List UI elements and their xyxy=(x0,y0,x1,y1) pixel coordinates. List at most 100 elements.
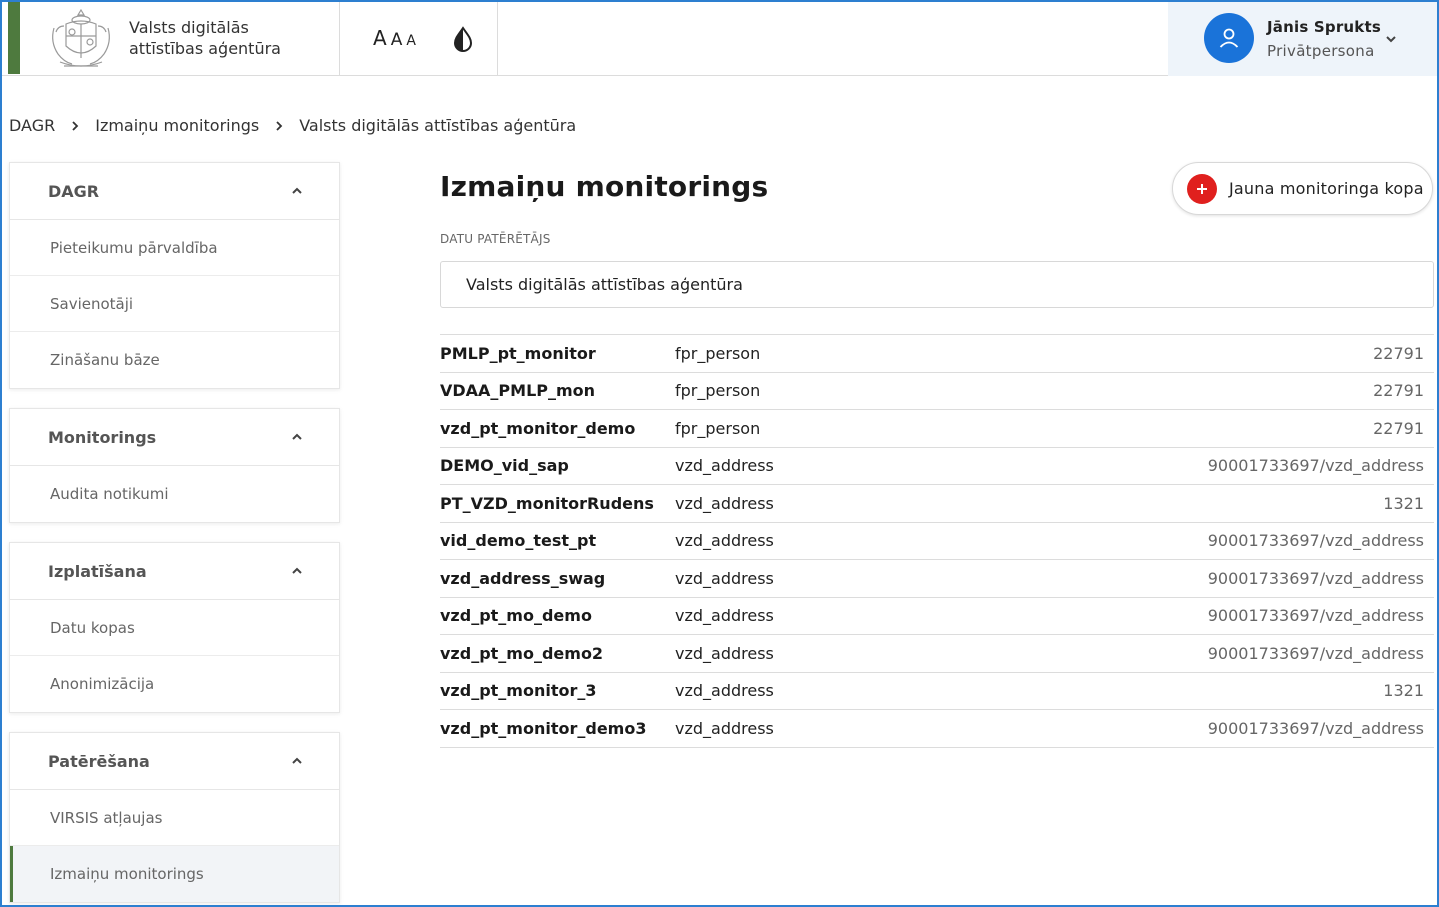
monitor-name: vzd_address_swag xyxy=(440,568,606,588)
sidebar-item-pieteikumu-parvaldiba[interactable]: Pieteikumu pārvaldība xyxy=(10,220,339,276)
monitor-type: vzd_address xyxy=(675,531,774,551)
user-role: Privātpersona xyxy=(1267,42,1375,60)
header-divider xyxy=(497,2,498,76)
breadcrumb-current: Valsts digitālās attīstības aģentūra xyxy=(299,116,577,135)
table-row[interactable]: vzd_pt_monitor_3 vzd_address 1321 xyxy=(440,673,1434,710)
monitor-name: vzd_pt_mo_demo xyxy=(440,606,592,626)
font-size-small-button[interactable]: A xyxy=(406,33,416,49)
monitor-value: 22791 xyxy=(1373,343,1424,363)
sidebar-group-dagr: DAGR Pieteikumu pārvaldība Savienotāji Z… xyxy=(9,162,340,389)
table-row[interactable]: vzd_pt_monitor_demo3 vzd_address 900017336… xyxy=(440,710,1434,748)
accent-bar xyxy=(8,2,20,74)
sidebar-group-title: Patērēšana xyxy=(48,751,150,771)
font-size-control: A A A xyxy=(373,26,416,50)
coat-of-arms-logo[interactable] xyxy=(46,6,116,72)
monitor-value: 90001733697/vzd_address xyxy=(1207,718,1424,738)
chevron-up-icon xyxy=(292,567,302,574)
monitor-type: fpr_person xyxy=(675,381,761,401)
table-row[interactable]: PMLP_pt_monitor fpr_person 22791 xyxy=(440,335,1434,373)
org-name-line1: Valsts digitālās xyxy=(129,18,249,37)
chevron-up-icon xyxy=(292,433,302,440)
sidebar-item-savienotaji[interactable]: Savienotāji xyxy=(10,276,339,332)
monitor-value: 1321 xyxy=(1383,681,1424,701)
monitor-type: vzd_address xyxy=(675,681,774,701)
monitor-name: PT_VZD_monitorRudens xyxy=(440,493,654,513)
sidebar-group-header[interactable]: DAGR xyxy=(10,163,339,220)
monitor-name: vzd_pt_monitor_demo3 xyxy=(440,718,647,738)
sidebar-group-monitorings: Monitorings Audita notikumi xyxy=(9,408,340,523)
sidebar-item-izmainu-monitorings[interactable]: Izmaiņu monitorings xyxy=(10,846,339,902)
sidebar-group-izplatisana: Izplatīšana Datu kopas Anonimizācija xyxy=(9,542,340,713)
monitor-type: vzd_address xyxy=(675,606,774,626)
plus-icon xyxy=(1187,173,1217,204)
table-row[interactable]: VDAA_PMLP_mon fpr_person 22791 xyxy=(440,373,1434,410)
app-header: Valsts digitālās attīstības aģentūra A A… xyxy=(2,2,1437,76)
sidebar-group-title: Monitorings xyxy=(48,427,157,447)
monitor-type: vzd_address xyxy=(675,718,774,738)
monitor-value: 22791 xyxy=(1373,381,1424,401)
contrast-drop-icon[interactable] xyxy=(452,26,474,52)
table-row[interactable]: DEMO_vid_sap vzd_address 90001733697/vzd_a… xyxy=(440,448,1434,485)
sidebar: DAGR Pieteikumu pārvaldība Savienotāji Z… xyxy=(9,162,340,907)
table-row[interactable]: vzd_pt_mo_demo2 vzd_address 90001733697/vz… xyxy=(440,635,1434,673)
monitor-value: 90001733697/vzd_address xyxy=(1207,456,1424,476)
chevron-right-icon xyxy=(259,120,299,132)
breadcrumb: DAGR Izmaiņu monitorings Valsts digitālā… xyxy=(9,116,576,135)
monitor-name: DEMO_vid_sap xyxy=(440,456,569,476)
monitor-value: 90001733697/vzd_address xyxy=(1207,643,1424,663)
monitor-type: vzd_address xyxy=(675,568,774,588)
font-size-medium-button[interactable]: A xyxy=(391,30,403,50)
monitor-name: vid_demo_test_pt xyxy=(440,531,597,551)
monitor-type: fpr_person xyxy=(675,418,761,438)
chevron-down-icon[interactable] xyxy=(1384,32,1398,46)
sidebar-item-datu-kopas[interactable]: Datu kopas xyxy=(10,600,339,656)
table-row[interactable]: vzd_pt_mo_demo vzd_address 90001733697/vzd… xyxy=(440,598,1434,635)
monitor-type: vzd_address xyxy=(675,643,774,663)
new-monitoring-set-button[interactable]: Jauna monitoringa kopa xyxy=(1172,162,1433,215)
monitor-name: vzd_pt_mo_demo2 xyxy=(440,643,604,663)
sidebar-group-title: Izplatīšana xyxy=(48,561,147,581)
breadcrumb-monitorings[interactable]: Izmaiņu monitorings xyxy=(95,116,259,135)
sidebar-group-title: DAGR xyxy=(48,181,100,201)
chevron-up-icon xyxy=(292,187,302,194)
monitor-name: PMLP_pt_monitor xyxy=(440,343,596,363)
consumer-select[interactable]: Valsts digitālās attīstības aģentūra xyxy=(440,261,1434,308)
user-menu[interactable]: Jānis Sprukts Privātpersona xyxy=(1168,2,1437,76)
monitor-value: 1321 xyxy=(1383,493,1424,513)
monitor-value: 90001733697/vzd_address xyxy=(1207,568,1424,588)
monitoring-table: PMLP_pt_monitor fpr_person 22791 VDAA_PMLP_… xyxy=(440,334,1434,748)
table-row[interactable]: PT_VZD_monitorRudens vzd_address 1321 xyxy=(440,485,1434,523)
sidebar-group-header[interactable]: Izplatīšana xyxy=(10,543,339,600)
monitor-name: vzd_pt_monitor_demo xyxy=(440,418,636,438)
sidebar-item-zinasanu-baze[interactable]: Zināšanu bāze xyxy=(10,332,339,388)
user-icon xyxy=(1219,28,1239,48)
monitor-name: vzd_pt_monitor_3 xyxy=(440,681,597,701)
monitor-type: vzd_address xyxy=(675,493,774,513)
consumer-field-label: DATU PATĒRĒTĀJS xyxy=(440,232,551,246)
page-title: Izmaiņu monitorings xyxy=(440,170,769,203)
org-name-line2: attīstības aģentūra xyxy=(129,39,281,58)
org-name: Valsts digitālās attīstības aģentūra xyxy=(129,17,319,59)
monitor-type: fpr_person xyxy=(675,343,761,363)
breadcrumb-dagr[interactable]: DAGR xyxy=(9,116,55,135)
table-row[interactable]: vzd_pt_monitor_demo fpr_person 22791 xyxy=(440,410,1434,448)
sidebar-group-header[interactable]: Patērēšana xyxy=(10,733,339,790)
sidebar-group-pateresana: Patērēšana VIRSIS atļaujas Izmaiņu monit… xyxy=(9,732,340,903)
table-row[interactable]: vzd_address_swag vzd_address 90001733697/v… xyxy=(440,560,1434,598)
sidebar-group-header[interactable]: Monitorings xyxy=(10,409,339,466)
monitor-type: vzd_address xyxy=(675,456,774,476)
font-size-large-button[interactable]: A xyxy=(373,26,387,50)
monitor-value: 90001733697/vzd_address xyxy=(1207,531,1424,551)
sidebar-item-anonimizacija[interactable]: Anonimizācija xyxy=(10,656,339,712)
monitor-name: VDAA_PMLP_mon xyxy=(440,381,596,401)
avatar xyxy=(1204,13,1254,63)
sidebar-item-audita-notikumi[interactable]: Audita notikumi xyxy=(10,466,339,522)
table-row[interactable]: vid_demo_test_pt vzd_address 90001733697/v… xyxy=(440,523,1434,560)
monitor-value: 90001733697/vzd_address xyxy=(1207,606,1424,626)
sidebar-item-virsis-atlaujas[interactable]: VIRSIS atļaujas xyxy=(10,790,339,846)
chevron-up-icon xyxy=(292,757,302,764)
chevron-right-icon xyxy=(55,120,95,132)
user-name: Jānis Sprukts xyxy=(1267,18,1381,36)
monitor-value: 22791 xyxy=(1373,418,1424,438)
new-monitoring-set-label: Jauna monitoringa kopa xyxy=(1229,179,1424,198)
